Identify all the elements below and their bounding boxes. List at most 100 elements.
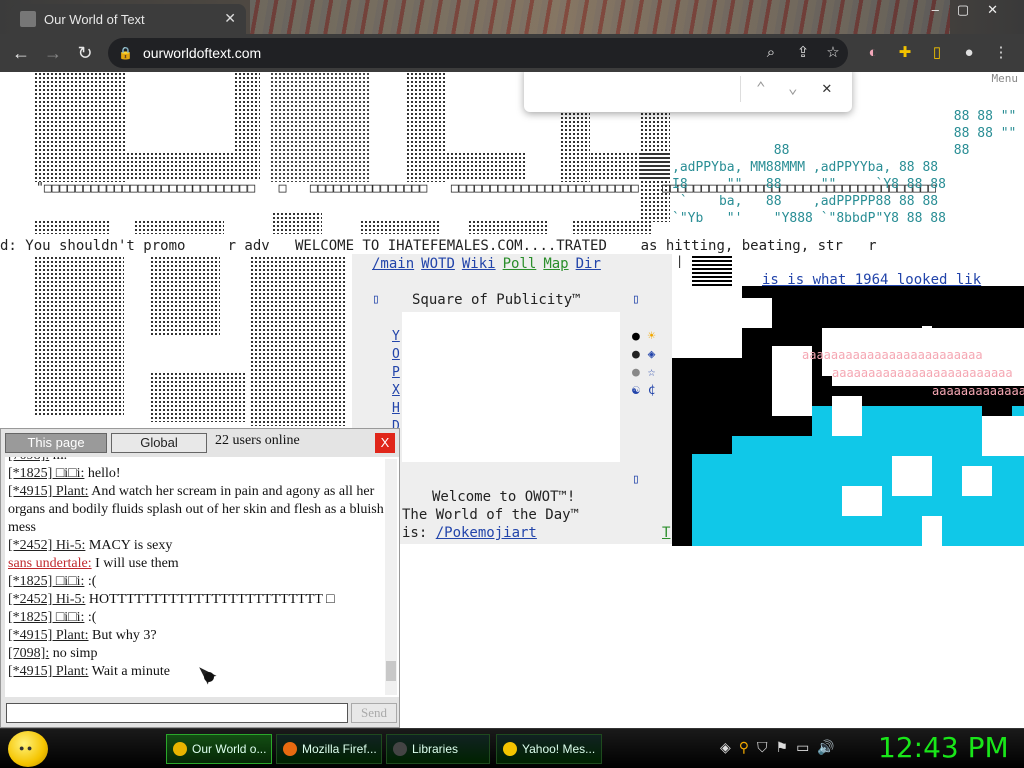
- link-wiki[interactable]: Wiki: [462, 256, 496, 272]
- chat-log[interactable]: [7098]: m.[*1825] □i□i: hello![*4915] Pl…: [5, 457, 399, 697]
- chat-text: I will use them: [91, 556, 179, 571]
- link-dir[interactable]: Dir: [576, 256, 601, 272]
- find-prev-icon[interactable]: ⌃: [756, 78, 766, 97]
- start-smiley-icon[interactable]: ● ●: [8, 731, 48, 767]
- welcome-line-1: Welcome to OWOT™!: [432, 489, 576, 505]
- system-tray[interactable]: ◈⚲⛉⚑▭🔊: [720, 739, 843, 756]
- ascii-art-block: [134, 220, 224, 234]
- chat-nick[interactable]: [*1825] □i□i:: [8, 610, 84, 625]
- chat-scrollbar[interactable]: [385, 459, 397, 695]
- square-right-icon[interactable]: ▯: [632, 292, 640, 307]
- clock[interactable]: 12:43 PM: [878, 731, 1009, 764]
- browser-tab[interactable]: Our World of Text ✕: [10, 4, 246, 34]
- ascii-art-block: [34, 256, 124, 416]
- shield-icon[interactable]: ⛉: [757, 739, 776, 755]
- forward-icon[interactable]: →: [42, 42, 64, 64]
- favicon-icon: [20, 11, 36, 27]
- chat-nick[interactable]: [*4915] Plant:: [8, 484, 89, 499]
- share-icon[interactable]: ⇪: [792, 42, 814, 64]
- chat-nick[interactable]: [*4915] Plant:: [8, 628, 89, 643]
- chat-input[interactable]: [6, 703, 348, 723]
- tab-close-icon[interactable]: ✕: [224, 10, 236, 27]
- bookmark-star-icon[interactable]: ☆: [822, 42, 844, 64]
- chat-text: hello!: [84, 466, 121, 481]
- ascii-art-block: [250, 256, 346, 426]
- chat-nick[interactable]: [*1825] □i□i:: [8, 574, 84, 589]
- chat-message: [*1825] □i□i: :(: [8, 573, 395, 591]
- striped-block: [692, 256, 732, 288]
- trailing-link[interactable]: T: [662, 524, 670, 542]
- owot-menu[interactable]: Menu: [992, 72, 1019, 85]
- square-left-icon[interactable]: ▯: [372, 292, 380, 307]
- menu-dots-icon[interactable]: ⋮: [990, 42, 1012, 64]
- profile-icon[interactable]: ●: [958, 42, 980, 64]
- square-letter-links[interactable]: YOPXHD: [392, 328, 400, 436]
- ascii-art-block: [446, 152, 526, 180]
- network-icon[interactable]: ◈: [720, 739, 739, 755]
- chat-text: MACY is sexy: [85, 538, 173, 553]
- taskbar-item[interactable]: Our World o...: [166, 734, 272, 764]
- square-side-icons[interactable]: ● ☀ ● ◈ ● ☆ ☯ ¢: [632, 328, 655, 400]
- chat-scroll-thumb[interactable]: [386, 661, 396, 681]
- ascii-art-block: [572, 220, 652, 234]
- link-poll[interactable]: Poll: [503, 256, 537, 272]
- url-text: ourworldoftext.com: [142, 45, 262, 61]
- square-bottom-icon[interactable]: ▯: [632, 472, 640, 487]
- flag-icon[interactable]: ⚑: [776, 739, 797, 755]
- tab-this-page[interactable]: This page: [5, 433, 107, 453]
- back-icon[interactable]: ←: [10, 42, 32, 64]
- extension-flag-icon[interactable]: ◐: [862, 42, 884, 64]
- chat-send-button[interactable]: Send: [351, 703, 397, 723]
- tab-global[interactable]: Global: [111, 433, 207, 453]
- chat-nick[interactable]: [7098]:: [8, 646, 49, 661]
- address-bar[interactable]: 🔒 ourworldoftext.com: [108, 38, 848, 68]
- chat-message: [*1825] □i□i: hello!: [8, 465, 395, 483]
- find-next-icon[interactable]: ⌄: [788, 78, 798, 97]
- chat-message: [*4915] Plant: And watch her scream in p…: [8, 483, 395, 537]
- square-of-publicity[interactable]: [402, 312, 620, 462]
- taskbar-item[interactable]: Yahoo! Mes...: [496, 734, 602, 764]
- task-app-icon: [503, 742, 517, 756]
- link-wotd[interactable]: WOTD: [421, 256, 455, 272]
- chat-message: [7098]: no simp: [8, 645, 395, 663]
- wotd-link[interactable]: /Pokemojiart: [436, 525, 537, 541]
- chat-nick[interactable]: [*2452] Hi-5:: [8, 592, 85, 607]
- chat-nick[interactable]: sans undertale:: [8, 556, 92, 571]
- find-close-icon[interactable]: ✕: [822, 78, 832, 97]
- ascii-art-block: [360, 220, 440, 234]
- search-icon[interactable]: ⚲: [739, 739, 757, 755]
- pink-text: aaaaaaaaaaaaaaaaaaaaaaaaa: [832, 366, 1013, 380]
- ascii-art-block: [272, 212, 322, 234]
- chat-nick[interactable]: [*1825] □i□i:: [8, 466, 84, 481]
- task-label: Mozilla Firef...: [302, 742, 377, 756]
- taskbar-item[interactable]: Mozilla Firef...: [276, 734, 382, 764]
- chat-nick[interactable]: [*4915] Plant:: [8, 664, 89, 679]
- side-panel-icon[interactable]: ▯: [926, 42, 948, 64]
- square-title: Square of Publicity™: [412, 292, 581, 308]
- find-input[interactable]: [534, 74, 730, 104]
- ascii-art-block: [126, 152, 260, 180]
- chat-close-button[interactable]: X: [375, 433, 395, 453]
- taskbar-item[interactable]: Libraries: [386, 734, 490, 764]
- zoom-search-icon[interactable]: ⌕: [760, 42, 782, 64]
- chat-message: [*2452] Hi-5: MACY is sexy: [8, 537, 395, 555]
- link-map[interactable]: Map: [543, 256, 568, 272]
- welcome-line-2: The World of the Day™: [402, 507, 580, 523]
- volume-icon[interactable]: 🔊: [817, 739, 842, 755]
- link-main[interactable]: /main: [372, 256, 414, 272]
- ascii-art-block: [150, 256, 220, 336]
- chat-nick[interactable]: [*2452] Hi-5:: [8, 538, 85, 553]
- chat-nick[interactable]: [7098]:: [8, 457, 49, 463]
- find-bar: ⌃ ⌄ ✕: [524, 72, 852, 112]
- ascii-art-block: [34, 72, 126, 182]
- reload-icon[interactable]: ↻: [74, 42, 96, 64]
- ascii-art-block: [234, 72, 260, 156]
- page-canvas[interactable]: "□□□□□□□□□□□□□□□□□□□□□□□□□□□ □ □□□□□□□□□…: [0, 72, 1024, 728]
- task-app-icon: [173, 742, 187, 756]
- main-nav-links: /main WOTD Wiki Poll Map Dir: [372, 256, 608, 272]
- task-label: Libraries: [412, 742, 459, 756]
- window-controls[interactable]: –▢✕: [932, 2, 1016, 18]
- display-icon[interactable]: ▭: [796, 739, 817, 755]
- extensions-puzzle-icon[interactable]: ✚: [894, 42, 916, 64]
- pink-text: aaaaaaaaaaaaaaaaaaaaaaaaa: [932, 384, 1024, 398]
